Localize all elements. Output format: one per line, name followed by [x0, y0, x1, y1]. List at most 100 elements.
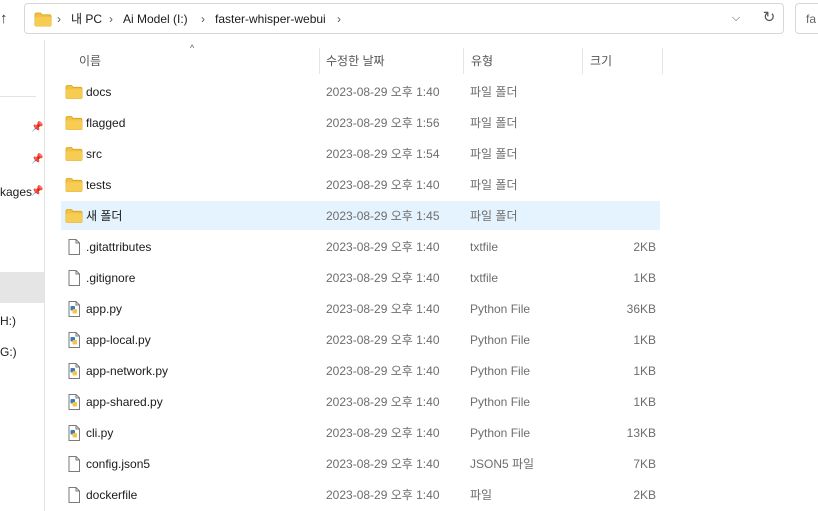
file-row[interactable]: config.json5 2023-08-29 오후 1:40 JSON5 파일 7K…	[61, 449, 660, 478]
folder-icon	[65, 83, 83, 101]
search-input-text: fa	[806, 12, 817, 26]
column-divider[interactable]	[582, 48, 583, 74]
chevron-down-icon[interactable]: ⌵	[729, 10, 743, 26]
address-bar[interactable]: › 내 PC › Ai Model (I:) › faster-whisper-…	[24, 3, 784, 34]
nav-item-packages[interactable]: kages	[0, 184, 32, 200]
file-size: 1KB	[633, 364, 656, 378]
file-row[interactable]: app-network.py 2023-08-29 오후 1:40 Python F…	[61, 356, 660, 385]
python-file-icon	[65, 300, 83, 318]
nav-item-selected[interactable]	[0, 272, 44, 303]
file-type: 파일 폴더	[470, 178, 518, 192]
file-type: 파일 폴더	[470, 209, 518, 223]
file-size: 13KB	[626, 426, 656, 440]
column-divider[interactable]	[662, 48, 663, 74]
document-icon	[65, 269, 83, 287]
breadcrumb-drive[interactable]: Ai Model (I:)	[123, 11, 188, 27]
folder-icon	[34, 12, 52, 27]
navigation-pane: 📌 📌 kages 📌 H:) G:)	[0, 40, 45, 511]
file-row[interactable]: .gitignore 2023-08-29 오후 1:40 txtfile 1KB	[61, 263, 660, 292]
python-file-icon	[65, 362, 83, 380]
file-row[interactable]: app.py 2023-08-29 오후 1:40 Python File 36KB	[61, 294, 660, 323]
breadcrumb-current-folder[interactable]: faster-whisper-webui	[215, 11, 326, 27]
file-list: docs 2023-08-29 오후 1:40 파일 폴더 flagged 2023-0…	[61, 77, 661, 511]
python-file-icon	[65, 424, 83, 442]
file-date: 2023-08-29 오후 1:40	[326, 240, 440, 254]
file-type: Python File	[470, 333, 531, 347]
file-type: txtfile	[470, 240, 499, 254]
file-name: cli.py	[86, 426, 114, 440]
breadcrumb-this-pc[interactable]: 내 PC	[71, 11, 102, 27]
document-icon	[65, 455, 83, 473]
file-size: 1KB	[633, 333, 656, 347]
nav-item-drive-g[interactable]: G:)	[0, 344, 17, 360]
breadcrumb-separator: ›	[57, 12, 61, 26]
breadcrumb-separator: ›	[201, 12, 205, 26]
file-date: 2023-08-29 오후 1:40	[326, 426, 440, 440]
file-type: txtfile	[470, 271, 499, 285]
folder-icon	[65, 207, 83, 225]
file-name: tests	[86, 178, 112, 192]
address-toolbar: ↑ › 내 PC › Ai Model (I:) › faster-whispe…	[0, 0, 818, 40]
file-size: 2KB	[633, 488, 656, 502]
column-divider[interactable]	[463, 48, 464, 74]
file-date: 2023-08-29 오후 1:40	[326, 302, 440, 316]
refresh-icon[interactable]: ↻	[760, 8, 778, 28]
file-row[interactable]: tests 2023-08-29 오후 1:40 파일 폴더	[61, 170, 660, 199]
file-type: Python File	[470, 302, 531, 316]
file-name: docs	[86, 85, 112, 99]
file-date: 2023-08-29 오후 1:54	[326, 147, 440, 161]
sort-ascending-icon: ^	[190, 43, 195, 53]
file-size: 36KB	[626, 302, 656, 316]
column-header-size[interactable]: 크기	[590, 53, 612, 69]
file-date: 2023-08-29 오후 1:40	[326, 488, 440, 502]
pin-icon[interactable]: 📌	[31, 154, 43, 166]
pin-icon[interactable]: 📌	[31, 186, 43, 198]
file-date: 2023-08-29 오후 1:40	[326, 333, 440, 347]
breadcrumb-separator: ›	[109, 12, 113, 26]
column-header-type[interactable]: 유형	[471, 53, 493, 69]
file-row[interactable]: app-shared.py 2023-08-29 오후 1:40 Python Fi…	[61, 387, 660, 416]
file-type: Python File	[470, 395, 531, 409]
file-name: app-shared.py	[86, 395, 163, 409]
file-type: 파일	[470, 488, 493, 502]
file-name: .gitattributes	[86, 240, 152, 254]
file-row[interactable]: cli.py 2023-08-29 오후 1:40 Python File 13KB	[61, 418, 660, 447]
file-type: 파일 폴더	[470, 147, 518, 161]
file-name: dockerfile	[86, 488, 138, 502]
file-name: 새 폴더	[86, 209, 123, 223]
file-row[interactable]: docs 2023-08-29 오후 1:40 파일 폴더	[61, 77, 660, 106]
nav-item-drive-h[interactable]: H:)	[0, 313, 16, 329]
pin-icon[interactable]: 📌	[31, 122, 43, 134]
file-size: 2KB	[633, 240, 656, 254]
file-name: app-network.py	[86, 364, 169, 378]
column-header-name[interactable]: 이름	[79, 53, 101, 69]
file-type: Python File	[470, 426, 531, 440]
folder-icon	[65, 176, 83, 194]
file-row[interactable]: app-local.py 2023-08-29 오후 1:40 Python Fil…	[61, 325, 660, 354]
document-icon	[65, 486, 83, 504]
file-name: app.py	[86, 302, 123, 316]
file-row[interactable]: 새 폴더 2023-08-29 오후 1:45 파일 폴더	[61, 201, 660, 230]
document-icon	[65, 238, 83, 256]
breadcrumb-separator: ›	[337, 12, 341, 26]
search-input[interactable]: fa	[795, 3, 818, 34]
folder-icon	[65, 114, 83, 132]
file-row[interactable]: src 2023-08-29 오후 1:54 파일 폴더	[61, 139, 660, 168]
file-type: Python File	[470, 364, 531, 378]
column-header-row: ^ 이름 수정한 날짜 유형 크기	[45, 40, 818, 80]
file-row[interactable]: dockerfile 2023-08-29 오후 1:40 파일 2KB	[61, 480, 660, 509]
file-size: 1KB	[633, 271, 656, 285]
column-divider[interactable]	[319, 48, 320, 74]
file-name: src	[86, 147, 102, 161]
file-row[interactable]: .gitattributes 2023-08-29 오후 1:40 txtfile 2…	[61, 232, 660, 261]
column-header-date[interactable]: 수정한 날짜	[326, 53, 385, 69]
file-name: config.json5	[86, 457, 151, 471]
file-type: 파일 폴더	[470, 116, 518, 130]
file-row[interactable]: flagged 2023-08-29 오후 1:56 파일 폴더	[61, 108, 660, 137]
up-arrow-icon[interactable]: ↑	[0, 9, 14, 29]
file-name: app-local.py	[86, 333, 151, 347]
folder-icon	[65, 145, 83, 163]
file-date: 2023-08-29 오후 1:40	[326, 364, 440, 378]
file-type: 파일 폴더	[470, 85, 518, 99]
file-name: flagged	[86, 116, 126, 130]
